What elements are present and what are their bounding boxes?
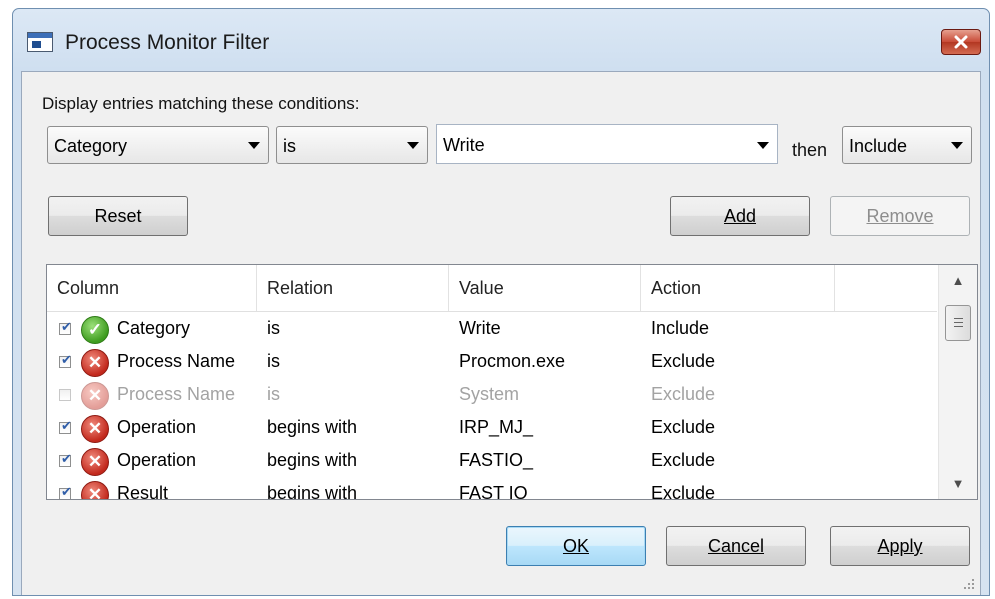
cell-action: Exclude — [651, 351, 716, 371]
apply-button-label: Apply — [877, 536, 923, 556]
checkmark-icon: ✔ — [61, 451, 72, 466]
chevron-down-icon[interactable] — [757, 142, 769, 150]
cell-value: Procmon.exe — [459, 351, 566, 371]
chevron-down-icon — [407, 142, 419, 149]
row-checkbox[interactable]: ✔ — [59, 319, 72, 335]
cell-relation: begins with — [267, 450, 358, 470]
column-dropdown[interactable]: Category — [47, 126, 269, 164]
table-row[interactable]: ✔ ✕ Operation begins with IRP_MJ_ Exclud… — [47, 412, 937, 445]
exclude-x-icon: ✕ — [81, 382, 109, 410]
cell-value: FAST IO — [459, 483, 528, 500]
table-row[interactable]: ✕ Process Name is System Exclude — [47, 379, 937, 412]
column-header-empty — [835, 265, 939, 311]
filter-dialog: Process Monitor Filter Display entries m… — [12, 8, 990, 596]
add-button-label: Add — [723, 206, 757, 226]
ok-button-label: OK — [562, 536, 589, 556]
scroll-down-arrow-icon[interactable]: ▼ — [939, 476, 977, 491]
cell-column: Result — [117, 483, 169, 500]
cell-action: Exclude — [651, 483, 716, 500]
dialog-body: Display entries matching these condition… — [21, 71, 981, 595]
cell-relation: is — [267, 384, 280, 404]
filter-list[interactable]: Column Relation Value Action ✔ ✓ Categor… — [46, 264, 978, 500]
cell-value: System — [459, 384, 520, 404]
column-header-relation[interactable]: Relation — [257, 265, 449, 311]
close-button[interactable] — [941, 29, 981, 55]
conditions-prompt: Display entries matching these condition… — [42, 94, 360, 113]
row-checkbox[interactable]: ✔ — [59, 352, 72, 368]
value-input[interactable]: Write — [436, 124, 778, 164]
column-header-column[interactable]: Column — [47, 265, 257, 311]
ok-button[interactable]: OK — [506, 526, 646, 566]
vertical-scrollbar[interactable]: ▲ ▼ — [938, 265, 977, 499]
cell-value: Write — [459, 318, 501, 338]
exclude-x-icon: ✕ — [81, 415, 109, 443]
action-dropdown-value: Include — [849, 136, 908, 156]
checkmark-icon: ✔ — [61, 484, 72, 499]
row-checkbox[interactable]: ✔ — [59, 484, 72, 499]
close-icon — [954, 35, 968, 49]
row-checkbox[interactable]: ✔ — [59, 451, 72, 467]
then-label: then — [792, 140, 828, 160]
cancel-button[interactable]: Cancel — [666, 526, 806, 566]
chevron-down-icon — [951, 142, 963, 149]
column-header-value[interactable]: Value — [449, 265, 641, 311]
table-row[interactable]: ✔ ✕ Process Name is Procmon.exe Exclude — [47, 346, 937, 379]
cell-column: Category — [117, 318, 191, 338]
checkmark-icon: ✔ — [61, 418, 72, 433]
cell-column: Operation — [117, 450, 197, 470]
table-row[interactable]: ✔ ✓ Category is Write Include — [47, 313, 937, 346]
cell-action: Exclude — [651, 450, 716, 470]
exclude-x-icon: ✕ — [81, 349, 109, 377]
include-check-icon: ✓ — [81, 316, 109, 344]
value-input-text: Write — [443, 135, 485, 155]
checkmark-icon: ✔ — [61, 319, 72, 334]
chevron-down-icon — [248, 142, 260, 149]
cell-column: Process Name — [117, 384, 236, 404]
exclude-x-icon: ✕ — [81, 481, 109, 499]
scroll-up-arrow-icon[interactable]: ▲ — [939, 273, 977, 288]
cell-relation: begins with — [267, 483, 358, 500]
relation-dropdown-value: is — [283, 136, 296, 156]
relation-dropdown[interactable]: is — [276, 126, 428, 164]
action-dropdown[interactable]: Include — [842, 126, 972, 164]
remove-button-label: Remove — [866, 206, 934, 226]
apply-button[interactable]: Apply — [830, 526, 970, 566]
cell-relation: is — [267, 351, 280, 371]
row-checkbox[interactable] — [59, 389, 71, 401]
cell-column: Process Name — [117, 351, 236, 371]
list-header: Column Relation Value Action — [47, 265, 937, 312]
cell-column: Operation — [117, 417, 197, 437]
add-button[interactable]: Add — [670, 196, 810, 236]
cell-relation: is — [267, 318, 280, 338]
table-row[interactable]: ✔ ✕ Operation begins with FASTIO_ Exclud… — [47, 445, 937, 478]
cell-action: Exclude — [651, 384, 716, 404]
exclude-x-icon: ✕ — [81, 448, 109, 476]
remove-button[interactable]: Remove — [830, 196, 970, 236]
title-bar[interactable]: Process Monitor Filter — [13, 9, 989, 71]
column-dropdown-value: Category — [54, 136, 128, 156]
cancel-button-label: Cancel — [707, 536, 765, 556]
column-header-action[interactable]: Action — [641, 265, 835, 311]
resize-grip-icon[interactable] — [962, 577, 976, 591]
window-title: Process Monitor Filter — [65, 31, 270, 54]
cell-relation: begins with — [267, 417, 358, 437]
cell-value: IRP_MJ_ — [459, 417, 534, 437]
reset-button[interactable]: Reset — [48, 196, 188, 236]
scrollbar-thumb[interactable] — [945, 305, 971, 341]
cell-action: Exclude — [651, 417, 716, 437]
row-checkbox[interactable]: ✔ — [59, 418, 72, 434]
checkmark-icon: ✔ — [61, 352, 72, 367]
cell-action: Include — [651, 318, 710, 338]
cell-value: FASTIO_ — [459, 450, 534, 470]
table-row[interactable]: ✔ ✕ Result begins with FAST IO Exclude — [47, 478, 937, 500]
app-window-icon — [27, 32, 53, 52]
